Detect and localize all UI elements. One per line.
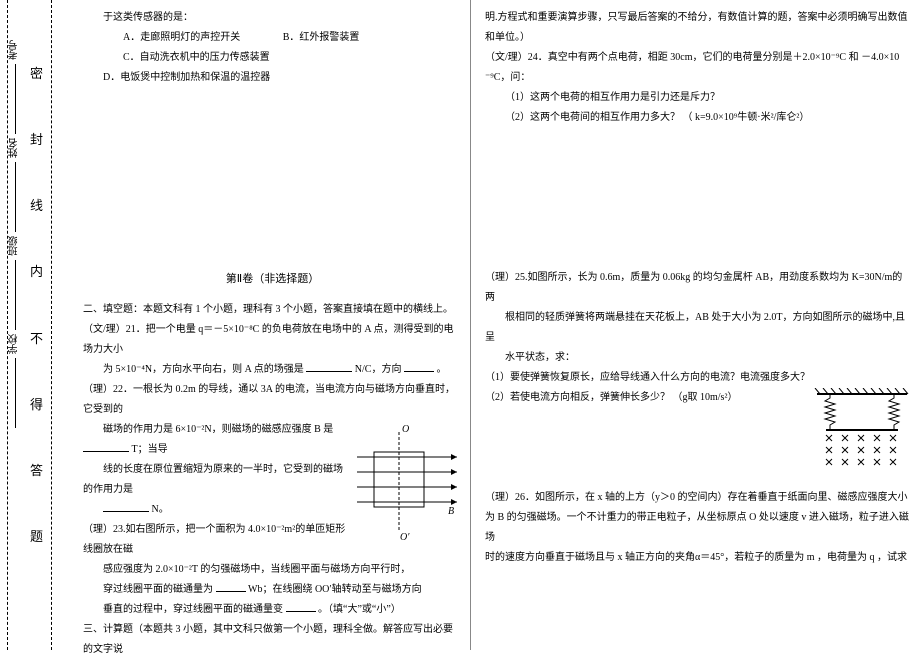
q24-line2: ⁻⁹C，问： bbox=[485, 68, 912, 88]
q26-line3: 时的速度方向垂直于磁场且与 x 轴正方向的夹角α＝45°，若粒子的质量为 m ，… bbox=[485, 548, 912, 568]
seal-char: 得 bbox=[30, 398, 43, 411]
q21-line1: （文/理）21．把一个电量 q＝－5×10⁻⁸C 的负电荷放在电场中的 A 点，… bbox=[83, 320, 462, 360]
option-a: A．走廊照明灯的声控开关 bbox=[103, 28, 240, 48]
left-column: 于这类传感器的是： A．走廊照明灯的声控开关 B．红外报警装置 C．自动洗衣机中… bbox=[75, 0, 470, 650]
q22-line1: （理）22．一根长为 0.2m 的导线，通以 3A 的电流，当电流方向与磁场方向… bbox=[83, 380, 462, 420]
q25-line2: 根相同的轻质弹簧将两端悬挂在天花板上，AB 处于大小为 2.0T，方向如图所示的… bbox=[485, 308, 912, 348]
q22-text3: N。 bbox=[152, 504, 169, 515]
spring-magnet-figure bbox=[812, 388, 912, 463]
section2-title: 第Ⅱ卷（非选择题） bbox=[83, 268, 462, 290]
q24-line1: （文/理）24．真空中有两个点电荷，相距 30cm，它们的电荷量分别是＋2.0×… bbox=[485, 48, 912, 68]
q25-sub1: （1）要使弹簧恢复原长，应给导线通入什么方向的电流？电流强度多大？ bbox=[485, 368, 912, 388]
seal-char: 答 bbox=[30, 464, 43, 477]
figure-label-O: O bbox=[402, 424, 409, 435]
q22-blank1 bbox=[83, 440, 129, 452]
write-line bbox=[15, 162, 16, 232]
label-school: 学校 bbox=[10, 334, 20, 354]
q22-text2: T；当导 bbox=[132, 444, 168, 455]
fill-blank-header: 二、填空题：本题文科有 1 个小题，理科有 3 个小题，答案直接填在题中的横线上… bbox=[83, 300, 462, 320]
q23-text2: Wb；在线圈绕 OO′轴转动至与磁场方向 bbox=[248, 584, 422, 595]
q21-text: 为 5×10⁻⁴N，方向水平向右，则 A 点的场强是 bbox=[103, 364, 304, 375]
q23-line2: 感应强度为 2.0×10⁻²T 的匀强磁场中，当线圈平面与磁场方向平行时， bbox=[83, 560, 462, 580]
q23-line4: 垂直的过程中，穿过线圈平面的磁通量变 。（填“大”或“小”） bbox=[83, 600, 462, 620]
q20-options-row2: C．自动洗衣机中的压力传感装置 D．电饭煲中控制加热和保温的温控器 bbox=[83, 48, 462, 88]
q21-text2: N/C，方向 bbox=[355, 364, 402, 375]
figure-label-B: B bbox=[448, 506, 454, 517]
q23-text4: 。（填“大”或“小”） bbox=[318, 604, 401, 615]
calc-header-cont: 明.方程式和重要演算步骤，只写最后答案的不给分，有数值计算的题，答案中必须明确写… bbox=[485, 8, 912, 48]
q21-blank1 bbox=[306, 360, 352, 372]
binding-strip: 考号 姓名 班级 学校 密 封 线 内 不 得 答 题 bbox=[0, 0, 60, 650]
calc-header: 三、计算题（本题共 3 小题，其中文科只做第一个小题，理科全做。解答应写出必要的… bbox=[83, 620, 462, 660]
q22-text: 磁场的作用力是 6×10⁻²N，则磁场的磁感应强度 B 是 bbox=[103, 424, 333, 435]
q26-line2: 为 B 的匀强磁场。一个不计重力的带正电粒子，从坐标原点 O 处以速度 v 进入… bbox=[485, 508, 912, 548]
q21-blank2 bbox=[404, 360, 434, 372]
label-exam-id: 考号 bbox=[10, 40, 20, 60]
option-b: B．红外报警装置 bbox=[263, 28, 360, 48]
q20-options-row1: A．走廊照明灯的声控开关 B．红外报警装置 bbox=[83, 28, 462, 48]
seal-char: 封 bbox=[30, 133, 43, 146]
seal-char: 题 bbox=[30, 530, 43, 543]
q21-text3: 。 bbox=[436, 364, 446, 375]
option-d: D．电饭煲中控制加热和保温的温控器 bbox=[83, 68, 270, 88]
seal-warning-column: 密 封 线 内 不 得 答 题 bbox=[22, 0, 52, 650]
coil-field-figure: O B O′ bbox=[352, 422, 462, 542]
q24-sub1: （1）这两个电荷的相互作用力是引力还是斥力？ bbox=[485, 88, 912, 108]
spring-svg bbox=[812, 388, 912, 466]
q26-line1: （理）26．如图所示，在 x 轴的上方（y＞0 的空间内）存在着垂直于纸面向里、… bbox=[485, 488, 912, 508]
label-class: 班级 bbox=[10, 236, 20, 256]
q23-line3: 穿过线圈平面的磁通量为 Wb；在线圈绕 OO′轴转动至与磁场方向 bbox=[83, 580, 462, 600]
right-column: 明.方程式和重要演算步骤，只写最后答案的不给分，有数值计算的题，答案中必须明确写… bbox=[470, 0, 920, 650]
seal-char: 不 bbox=[30, 332, 43, 345]
coil-field-svg: O B O′ bbox=[352, 422, 462, 542]
seal-char: 内 bbox=[30, 265, 43, 278]
dashed-line-1 bbox=[0, 0, 8, 650]
seal-char: 线 bbox=[30, 199, 43, 212]
q23-blank1 bbox=[216, 580, 246, 592]
exam-page: 于这类传感器的是： A．走廊照明灯的声控开关 B．红外报警装置 C．自动洗衣机中… bbox=[75, 0, 920, 650]
q23-text: 穿过线圈平面的磁通量为 bbox=[103, 584, 213, 595]
seal-char: 密 bbox=[30, 67, 43, 80]
q24-sub2: （2）这两个电荷间的相互作用力多大？ （ k=9.0×10⁹牛顿·米²/库仑²） bbox=[485, 108, 912, 128]
q25-line1: （理）25.如图所示，长为 0.6m，质量为 0.06kg 的均匀金属杆 AB，… bbox=[485, 268, 912, 308]
option-c: C．自动洗衣机中的压力传感装置 bbox=[103, 48, 270, 68]
q21-line2: 为 5×10⁻⁴N，方向水平向右，则 A 点的场强是 N/C，方向 。 bbox=[83, 360, 462, 380]
q23-blank2 bbox=[286, 600, 316, 612]
student-info-column: 考号 姓名 班级 学校 bbox=[8, 0, 22, 650]
q25-line3: 水平状态，求： bbox=[485, 348, 912, 368]
write-line bbox=[15, 260, 16, 330]
write-line bbox=[15, 358, 16, 428]
q23-text3: 垂直的过程中，穿过线圈平面的磁通量变 bbox=[103, 604, 283, 615]
q20-stem-cont: 于这类传感器的是： bbox=[83, 8, 462, 28]
write-line bbox=[15, 64, 16, 134]
label-name: 姓名 bbox=[10, 138, 20, 158]
figure-label-Oprime: O′ bbox=[400, 532, 410, 542]
q22-blank2 bbox=[103, 500, 149, 512]
